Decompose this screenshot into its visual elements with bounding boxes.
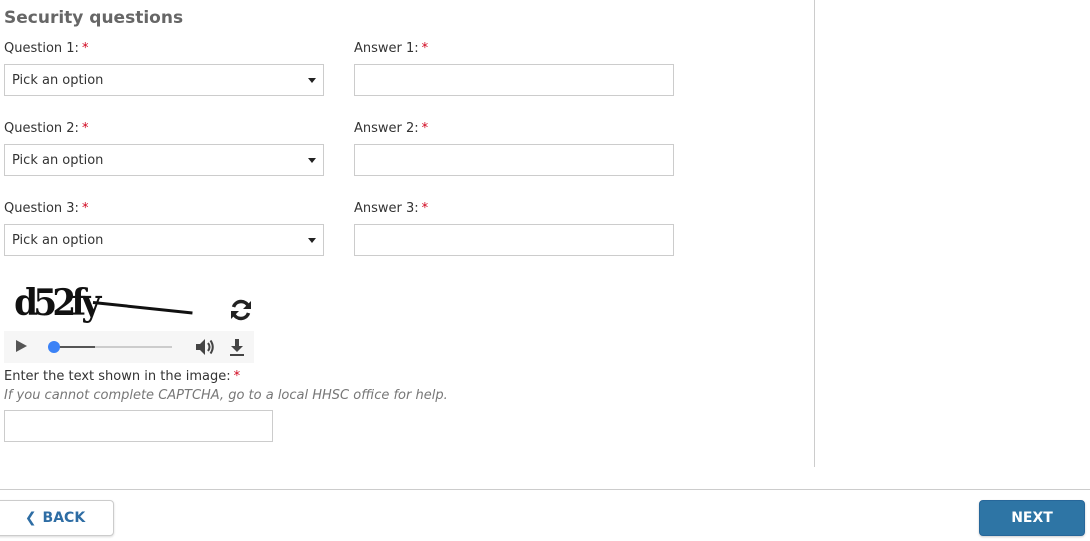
next-button[interactable]: NEXT <box>979 500 1085 536</box>
audio-seek-thumb[interactable] <box>48 341 60 353</box>
chevron-left-icon: ❮ <box>24 510 37 526</box>
answer-3-input[interactable] <box>354 224 674 256</box>
question-2-select[interactable]: Pick an option <box>4 144 324 176</box>
required-marker: * <box>421 201 429 216</box>
answer-3-label-text: Answer 3: <box>354 201 419 216</box>
question-3-select[interactable]: Pick an option <box>4 224 324 256</box>
captcha-audio-player <box>4 331 254 363</box>
required-marker: * <box>421 41 429 56</box>
back-button-label: BACK <box>42 510 86 526</box>
question-1-label-text: Question 1: <box>4 41 79 56</box>
captcha-input[interactable] <box>4 410 273 442</box>
vertical-divider <box>814 0 815 467</box>
captcha-label: Enter the text shown in the image: * <box>4 369 240 384</box>
caret-down-icon <box>308 77 316 83</box>
required-marker: * <box>233 369 241 384</box>
question-1-select[interactable]: Pick an option <box>4 64 324 96</box>
question-1-label: Question 1: * <box>4 41 88 56</box>
required-marker: * <box>421 121 429 136</box>
back-button[interactable]: ❮ BACK <box>0 500 114 536</box>
next-button-label: NEXT <box>1011 510 1053 526</box>
captcha-noise-line <box>92 301 193 315</box>
answer-1-input[interactable] <box>354 64 674 96</box>
answer-3-label: Answer 3: * <box>354 201 428 216</box>
question-3-label: Question 3: * <box>4 201 88 216</box>
required-marker: * <box>81 201 89 216</box>
audio-seek-slider[interactable] <box>48 341 172 353</box>
question-3-select-value: Pick an option <box>12 232 104 248</box>
refresh-captcha-button[interactable] <box>228 297 254 323</box>
captcha-image-text: d52fy <box>14 282 101 324</box>
section-title: Security questions <box>4 8 184 28</box>
captcha-help-text: If you cannot complete CAPTCHA, go to a … <box>4 388 448 403</box>
required-marker: * <box>81 41 89 56</box>
answer-1-label-text: Answer 1: <box>354 41 419 56</box>
question-3-label-text: Question 3: <box>4 201 79 216</box>
question-2-label-text: Question 2: <box>4 121 79 136</box>
question-2-label: Question 2: * <box>4 121 88 136</box>
question-2-select-value: Pick an option <box>12 152 104 168</box>
captcha-image: d52fy <box>8 282 193 328</box>
footer-divider <box>0 489 1090 490</box>
caret-down-icon <box>308 157 316 163</box>
download-icon[interactable] <box>228 337 246 357</box>
answer-2-input[interactable] <box>354 144 674 176</box>
audio-buffered-bar <box>54 346 96 348</box>
refresh-icon <box>231 299 251 321</box>
question-1-select-value: Pick an option <box>12 72 104 88</box>
captcha-label-text: Enter the text shown in the image: <box>4 369 231 384</box>
answer-2-label-text: Answer 2: <box>354 121 419 136</box>
required-marker: * <box>81 121 89 136</box>
answer-2-label: Answer 2: * <box>354 121 428 136</box>
caret-down-icon <box>308 237 316 243</box>
volume-icon[interactable] <box>195 338 215 356</box>
play-icon[interactable] <box>16 340 27 352</box>
answer-1-label: Answer 1: * <box>354 41 428 56</box>
